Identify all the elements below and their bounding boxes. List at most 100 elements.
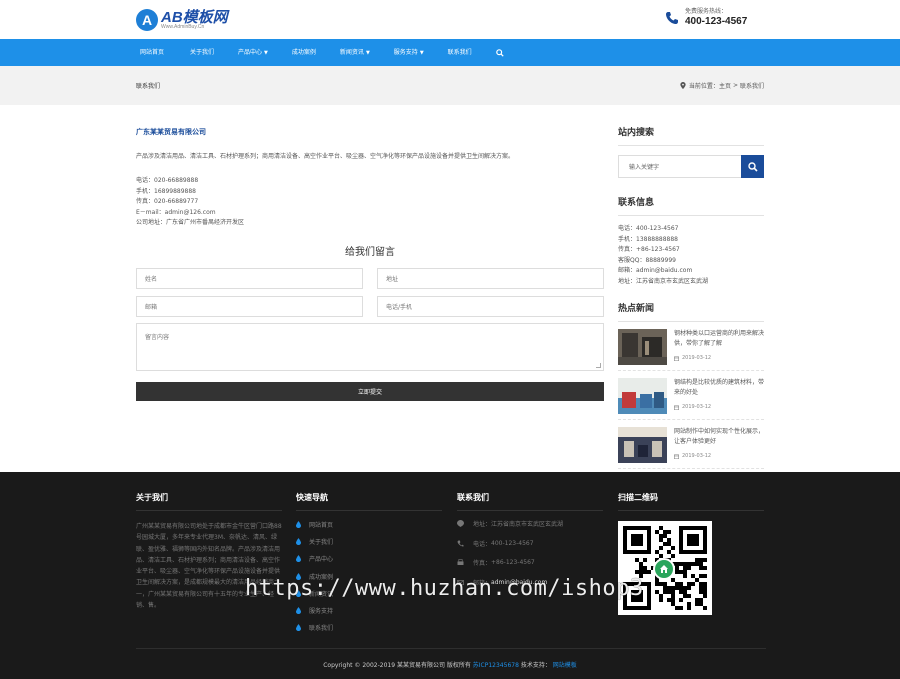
fax-icon xyxy=(457,559,464,566)
contact-info-line: 邮箱：admin@baidu.com xyxy=(618,267,693,274)
hot-news-list: 钢材种类以口运营商的利用来解决供，带你了解了解 2019-03-12 钢结构是比较优… xyxy=(618,322,764,469)
footer-qr-title: 扫描二维码 xyxy=(618,493,658,502)
nav-item-label: 新闻资讯 xyxy=(339,49,364,56)
footer-divider xyxy=(136,648,766,649)
nav-item[interactable]: 网站首页 xyxy=(130,39,178,66)
logo-mark: A xyxy=(136,9,158,31)
support-link[interactable]: 网站模板 xyxy=(553,662,577,669)
footer-nav-link[interactable]: 联系我们 xyxy=(296,619,442,636)
footer-nav-link[interactable]: 服务支持 xyxy=(296,602,442,619)
site-search-input[interactable]: 输入关键字 xyxy=(618,155,741,178)
breadcrumb-current: 联系我们 xyxy=(739,83,764,90)
submit-button[interactable]: 立即提交 xyxy=(136,381,604,401)
caret-down-icon: ▼ xyxy=(419,50,424,56)
main-nav: 网站首页 关于我们 产品中心 ▼ 成功案例 新闻资讯 ▼ 服务支持 ▼ 联系我们 xyxy=(0,39,900,66)
nav-search-button[interactable] xyxy=(484,39,516,66)
footer-nav-label: 产品中心 xyxy=(309,556,334,564)
footer-about-title: 关于我们 xyxy=(136,493,168,502)
footer-nav-label: 服务支持 xyxy=(309,608,334,616)
name-input[interactable]: 姓名 xyxy=(136,267,363,289)
sidebar: 站内搜索 输入关键字 联系信息 电话：400-123-4567 手机：138888… xyxy=(618,125,764,469)
footer-nav-link[interactable]: 网站首页 xyxy=(296,516,442,533)
droplet-icon xyxy=(296,607,301,615)
logo-text: AB模板网 xyxy=(161,9,228,26)
email-input[interactable]: 邮箱 xyxy=(136,295,363,317)
news-item[interactable]: 钢结构是比较优质的建筑材料，带来的好处 2019-03-12 xyxy=(618,371,764,420)
home-icon xyxy=(653,558,675,580)
resize-handle[interactable] xyxy=(596,362,601,368)
divider xyxy=(457,510,603,511)
nav-item-label: 联系我们 xyxy=(447,49,472,56)
company-description: 产品涉及清洁用品、清洁工具、石材护理系列；商用清洁设备、高空作业平台、吸尘器、空… xyxy=(136,153,515,160)
nav-item-label: 成功案例 xyxy=(291,49,316,56)
company-contact-line: 电话：020-66889888 xyxy=(136,177,199,184)
address-input[interactable]: 地址 xyxy=(377,267,604,289)
breadcrumb-home-link[interactable]: 主页 xyxy=(719,81,731,90)
nav-item[interactable]: 关于我们 xyxy=(178,39,226,66)
divider xyxy=(136,510,282,511)
footer-contact-value: 江苏省南京市玄武区玄武湖 xyxy=(491,521,564,529)
nav-item[interactable]: 服务支持 ▼ xyxy=(382,39,436,66)
nav-item[interactable]: 新闻资讯 ▼ xyxy=(328,39,382,66)
news-date: 2019-03-12 xyxy=(682,355,712,361)
message-textarea[interactable]: 留言内容 xyxy=(136,322,604,371)
nav-item-label: 关于我们 xyxy=(190,49,215,56)
news-item[interactable]: 网站制作中如何实现个性化展示，让客户体验更好 2019-03-12 xyxy=(618,420,764,469)
search-icon xyxy=(747,161,758,172)
footer-contact-value: +86-123-4567 xyxy=(491,559,535,567)
nav-item-label: 产品中心 xyxy=(238,49,263,56)
breadcrumb: 当前位置： 主页 > 联系我们 xyxy=(680,81,764,90)
caret-down-icon: ▼ xyxy=(365,50,370,56)
contact-info-line: 电话：400-123-4567 xyxy=(618,225,679,232)
contact-info-line: 客服QQ：88889999 xyxy=(618,256,676,264)
footer-quick-title: 快速导航 xyxy=(296,493,328,502)
nav-item[interactable]: 产品中心 ▼ xyxy=(226,39,280,66)
site-search-button[interactable] xyxy=(741,155,764,178)
pin-icon xyxy=(457,520,464,528)
news-title[interactable]: 钢材种类以口运营商的利用来解决供，带你了解了解 xyxy=(674,329,764,349)
search-icon xyxy=(495,49,504,57)
hotline-label: 免费服务热线： xyxy=(685,8,728,15)
contact-info-line: 地址：江苏省南京市玄武区玄武湖 xyxy=(618,277,709,285)
message-placeholder: 留言内容 xyxy=(145,333,170,341)
company-contact-line: E－mail：admin@126.com xyxy=(136,208,216,216)
news-title[interactable]: 网站制作中如何实现个性化展示，让客户体验更好 xyxy=(674,427,764,447)
footer-contact-value: 400-123-4567 xyxy=(491,539,534,547)
contact-content: 广东某某贸易有限公司 产品涉及清洁用品、清洁工具、石材护理系列；商用清洁设备、高… xyxy=(136,125,604,401)
divider xyxy=(296,510,442,511)
hotline: 免费服务热线： 400-123-4567 xyxy=(665,9,747,27)
phone-input[interactable]: 电话/手机 xyxy=(377,295,604,317)
footer-contact-label: 电话： xyxy=(473,540,492,548)
main-area: 广东某某贸易有限公司 产品涉及清洁用品、清洁工具、石材护理系列；商用清洁设备、高… xyxy=(0,105,900,472)
footer-nav-link[interactable]: 产品中心 xyxy=(296,550,442,567)
breadcrumb-label: 当前位置： xyxy=(688,83,719,90)
calendar-icon xyxy=(674,454,679,459)
contact-info-title: 联系信息 xyxy=(618,195,764,216)
hot-news-title: 热点新闻 xyxy=(618,301,764,322)
footer-contact-label: 传真： xyxy=(473,560,492,568)
nav-item[interactable]: 联系我们 xyxy=(436,39,484,66)
news-thumbnail[interactable] xyxy=(618,329,667,365)
hotline-number: 400-123-4567 xyxy=(685,16,748,27)
location-pin-icon xyxy=(680,82,686,89)
divider xyxy=(618,510,764,511)
icp-link[interactable]: 苏ICP12345678 xyxy=(473,662,519,669)
top-header: A AB模板网 Www.AdminBuy.Cn 免费服务热线： 400-123-… xyxy=(0,0,900,39)
droplet-icon xyxy=(296,555,301,563)
message-form-title: 给我们留言 xyxy=(345,246,395,258)
news-item[interactable]: 钢材种类以口运营商的利用来解决供，带你了解了解 2019-03-12 xyxy=(618,322,764,371)
caret-down-icon: ▼ xyxy=(264,50,268,56)
footer-nav-label: 网站首页 xyxy=(309,522,334,530)
nav-item[interactable]: 成功案例 xyxy=(280,39,328,66)
site-logo[interactable]: A AB模板网 Www.AdminBuy.Cn xyxy=(136,7,228,33)
news-thumbnail[interactable] xyxy=(618,427,667,463)
footer-contact-label: 地址： xyxy=(473,521,492,529)
nav-item-label: 服务支持 xyxy=(393,49,418,56)
support-label: 技术支持： xyxy=(520,662,551,669)
news-title[interactable]: 钢结构是比较优质的建筑材料，带来的好处 xyxy=(674,378,764,398)
footer-nav-link[interactable]: 关于我们 xyxy=(296,533,442,550)
search-section-title: 站内搜索 xyxy=(618,125,764,146)
company-contact-line: 传真：020-66889777 xyxy=(136,198,199,205)
copyright-text: Copyright © 2002-2019 某某贸易有限公司 版权所有 xyxy=(323,662,471,669)
news-thumbnail[interactable] xyxy=(618,378,667,414)
